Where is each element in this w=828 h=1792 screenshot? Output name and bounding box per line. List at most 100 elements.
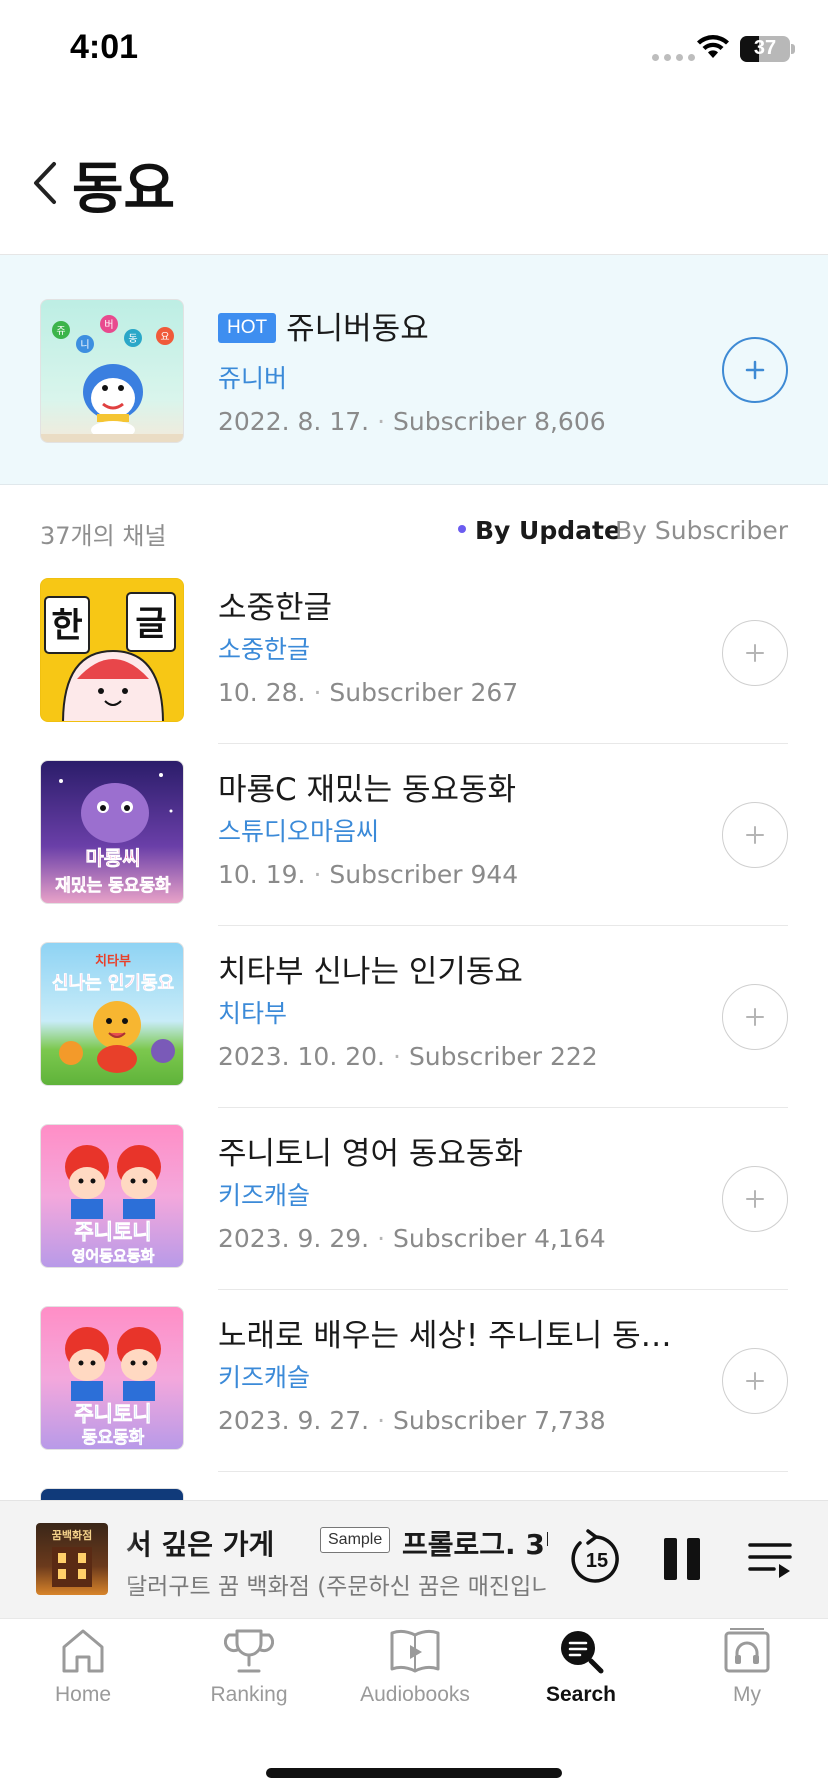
channel-thumbnail: 한 글 [40,578,184,722]
channel-creator[interactable]: 소중한글 [218,630,310,666]
player-subtitle: 달러구트 꿈 백화점 (주문하신 꿈은 매진입니다) [126,1574,546,1600]
thumb-text-line1: 마룡씨 [85,846,140,870]
back-button[interactable] [28,158,64,208]
hot-channel-creator[interactable]: 쥬니버 [218,359,287,395]
channel-subscribers: Subscriber 4,164 [393,1224,606,1253]
hot-channel-subscribers: Subscriber 8,606 [393,407,606,436]
tab-audiobooks-label: Audiobooks [360,1683,470,1706]
tab-bar: Home Ranking Audiobooks Search My [0,1618,828,1792]
channel-date: 10. 28. [218,678,306,707]
channel-title: 주니토니 영어 동요동화 [218,1136,523,1172]
sample-badge: Sample [320,1527,391,1553]
thumb-char-4: 동 [128,333,137,345]
channel-title: 마룡C 재밌는 동요동화 [218,772,517,808]
thumb-text-line1: 주니토니 [74,1402,151,1426]
maryong-thumbnail-image: 마룡씨 재밌는 동요동화 [55,773,173,896]
subscribe-button[interactable] [722,620,788,686]
thumb-text-line1: 치타부 [95,953,131,969]
thumb-char-3: 버 [104,319,113,331]
chitabu-thumbnail-image: 치타부 신나는 인기동요 [52,953,175,1073]
channel-meta: 2023. 9. 29. · Subscriber 4,164 [218,1224,606,1253]
channel-creator[interactable]: 키즈캐슬 [218,1176,310,1212]
subscribe-button[interactable] [722,337,788,403]
channel-row[interactable]: 마룡씨 재밌는 동요동화 마룡C 재밌는 동요동화 스튜디오마음씨 10. 19… [0,744,828,926]
tab-my[interactable]: My [664,1627,828,1737]
thumb-text-line2: 신나는 인기동요 [52,973,174,994]
subscribe-button[interactable] [722,1348,788,1414]
channel-row[interactable]: 치타부 신나는 인기동요 치타부 신나는 인기동요 치타부 2023. 10. … [0,926,828,1108]
status-bar: 4:01 37 [0,0,828,100]
battery-tip [791,44,795,54]
plus-icon [746,1008,764,1026]
channel-subscribers: Subscriber 222 [408,1042,598,1071]
pause-button[interactable] [662,1536,702,1582]
book-cover-image: 꿈백화점 [52,1528,92,1587]
junitoni-thumbnail-image: 주니토니 동요동화 [65,1327,161,1448]
meta-separator: · [377,1224,386,1253]
sort-by-update[interactable]: By Update [458,516,621,545]
meta-separator: · [313,678,322,707]
channel-row[interactable]: 주니토니 동요동화 노래로 배우는 세상! 주니토니 동요… 키즈캐슬 2023… [0,1290,828,1472]
plus-icon [745,360,765,380]
player-title: 서 깊은 가게 [126,1528,275,1561]
trophy-icon [224,1629,274,1673]
channel-thumbnail: 주니토니 영어동요동화 [40,1124,184,1268]
battery-level: 37 [753,37,777,59]
tab-search[interactable]: Search [498,1627,664,1737]
tab-ranking[interactable]: Ranking [166,1627,332,1737]
junitoni-english-thumbnail-image: 주니토니 영어동요동화 [65,1145,161,1265]
channel-meta: 10. 28. · Subscriber 267 [218,678,518,707]
thumb-text-han: 한 [51,606,82,646]
channel-creator[interactable]: 스튜디오마음씨 [218,812,379,848]
channel-meta: 2023. 10. 20. · Subscriber 222 [218,1042,598,1071]
plus-icon [746,644,764,662]
tab-audiobooks[interactable]: Audiobooks [332,1627,498,1737]
player-episode: 프롤로그. 3번 [402,1528,548,1561]
channel-thumbnail: 치타부 신나는 인기동요 [40,942,184,1086]
channel-creator[interactable]: 치타부 [218,994,287,1030]
cover-title-text: 꿈백화점 [52,1528,92,1542]
thumb-text-line2: 재밌는 동요동화 [55,876,171,896]
search-icon [561,1631,604,1674]
mini-player[interactable]: 꿈백화점 서 깊은 가게 Sample 프롤로그. 3번 달러구트 꿈 백화점 … [0,1500,828,1619]
hot-channel-title: HOT 쥬니버동요 [218,303,598,348]
channel-subscribers: Subscriber 7,738 [393,1406,606,1435]
channel-creator[interactable]: 키즈캐슬 [218,1358,310,1394]
channel-thumbnail: 주니토니 동요동화 [40,1306,184,1450]
thumb-text-line1: 주니토니 [74,1220,151,1244]
active-sort-dot [458,525,466,533]
home-icon [62,1629,104,1673]
channel-date: 2023. 9. 29. [218,1224,370,1253]
thumb-text-line2: 동요동화 [82,1428,145,1448]
plus-icon [746,1372,764,1390]
channel-subscribers: Subscriber 944 [329,860,519,889]
hangeul-thumbnail-image: 한 글 [44,592,176,721]
meta-separator: · [392,1042,401,1071]
hot-channel-card[interactable]: 쥬 니 버 동 요 HOT 쥬니버동요 쥬니버 2022. 8. 17. · Subs… [0,255,828,485]
headphones-icon [724,1628,770,1673]
meta-separator: · [313,860,322,889]
tab-home-label: Home [54,1683,112,1706]
rewind-15-button[interactable]: 15 [566,1529,626,1589]
channel-row[interactable]: 한 글 소중한글 소중한글 10. 28. · Subscriber 267 [0,562,828,744]
home-indicator [266,1768,562,1778]
meta-separator: · [377,407,386,436]
channel-meta: 2023. 9. 27. · Subscriber 7,738 [218,1406,606,1435]
channel-count: 37개의 채널 [40,522,167,550]
subscribe-button[interactable] [722,802,788,868]
sort-by-subscriber[interactable]: By Subscriber [615,516,788,545]
thumb-char-1: 쥬 [56,326,65,337]
playlist-queue-button[interactable] [748,1539,792,1581]
wifi-icon [697,35,729,58]
channel-row[interactable]: 주니토니 영어동요동화 주니토니 영어 동요동화 키즈캐슬 2023. 9. 2… [0,1108,828,1290]
channel-meta: 10. 19. · Subscriber 944 [218,860,518,889]
thumb-text-geul: 글 [135,604,166,644]
subscribe-button[interactable] [722,984,788,1050]
tab-ranking-label: Ranking [210,1683,288,1706]
channel-date: 10. 19. [218,860,306,889]
channel-thumbnail: 쥬 니 버 동 요 [40,299,184,443]
subscribe-button[interactable] [722,1166,788,1232]
sort-bar: 37개의 채널 By Update By Subscriber [40,510,788,554]
tab-home[interactable]: Home [0,1627,166,1737]
hot-channel-meta: 2022. 8. 17. · Subscriber 8,606 [218,407,606,436]
